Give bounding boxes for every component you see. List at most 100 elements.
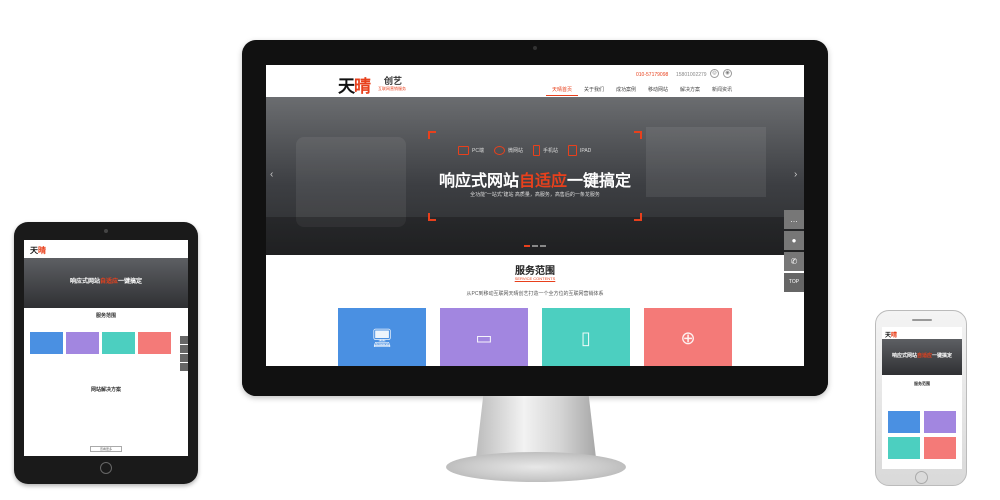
tablet-section-title: 服务范围 — [95, 313, 116, 319]
weibo-icon[interactable]: ◎ — [710, 69, 719, 78]
wechat-icon — [493, 146, 505, 155]
pc-click-icon: 🖥 — [370, 327, 394, 348]
phone-logo: 天晴 — [885, 330, 897, 339]
headline-part: 一键搞定 — [567, 173, 632, 190]
device-label: PC端 — [472, 148, 484, 154]
service-cards: 🖥 ▭ ▯ ⊕ — [338, 308, 732, 366]
desktop-screen: 天晴 创艺 互联网营销服务 010-57179098 15801002279 ◎… — [266, 65, 804, 366]
monitor-stand-base — [446, 452, 626, 482]
tablet-camera — [104, 229, 108, 233]
banner-prev-arrow[interactable]: ‹ — [270, 169, 276, 181]
logo-char-2: 晴 — [354, 77, 371, 96]
nav-item-home[interactable]: 天晴首页 — [546, 86, 578, 96]
phone-number-1: 010-57179098 — [636, 72, 669, 78]
device-pc: PC端 — [458, 145, 484, 156]
service-card-pc[interactable]: 🖥 — [338, 308, 426, 366]
services-description: 从PC到移动互联网天晴创艺打造一个全方位的互联网营销体系 — [466, 291, 604, 297]
logo-char-1: 天 — [30, 246, 38, 255]
phone-speaker — [912, 319, 932, 321]
headline-highlight: 自适应 — [99, 279, 118, 285]
phone-card[interactable] — [924, 437, 956, 459]
headline-highlight: 自适应 — [916, 353, 932, 359]
nav-item-news[interactable]: 新闻资讯 — [706, 86, 738, 96]
banner-subline: 全功能“一站式”建站 高质量，高服务，高售后的一条龙服务 — [470, 192, 600, 198]
apple-logo-icon — [529, 375, 541, 388]
headline-part: 一键搞定 — [932, 353, 953, 359]
tablet-card[interactable] — [102, 332, 135, 354]
banner-desk — [266, 217, 804, 255]
tablet-screen: 天晴 响应式网站自适应一键搞定 服务范围 网站解决方案 查看更多 — [24, 240, 188, 456]
back-to-top-icon[interactable] — [180, 363, 188, 371]
banner-pagination — [524, 245, 546, 247]
device-wechat: 微网站 — [493, 145, 523, 156]
phone-card[interactable] — [924, 411, 956, 433]
site-logo[interactable]: 天晴 — [338, 72, 371, 97]
device-list: PC端 微网站 手机站 IPAD — [458, 145, 591, 156]
home-button[interactable] — [100, 462, 112, 474]
desktop-monitor: 天晴 创艺 互联网营销服务 010-57179098 15801002279 ◎… — [242, 40, 828, 396]
headline-part: 响应式网站 — [69, 279, 100, 285]
device-label: 手机站 — [542, 148, 558, 154]
main-nav: 天晴首页 关于我们 成功案例 移动网站 解决方案 新闻资讯 — [546, 86, 738, 96]
tablet-logo: 天晴 — [30, 245, 46, 256]
device-label: IPAD — [579, 147, 592, 154]
monitor-icon — [458, 146, 469, 155]
logo-char-2: 晴 — [38, 246, 46, 255]
tablet-more-button[interactable]: 查看更多 — [90, 446, 122, 452]
wechat-icon[interactable]: ◉ — [723, 69, 732, 78]
nav-item-cases[interactable]: 成功案例 — [610, 86, 642, 96]
phone-icon[interactable] — [180, 354, 188, 362]
logo-char-1: 天 — [338, 77, 355, 96]
home-button[interactable] — [915, 471, 928, 484]
tablet-headline: 响应式网站自适应一键搞定 — [24, 276, 188, 285]
www-plus-icon: ⊕ — [680, 327, 696, 348]
headline-part: 一键搞定 — [118, 279, 143, 285]
banner-next-arrow[interactable]: › — [794, 169, 800, 181]
services-title: 服务范围 — [515, 266, 555, 277]
frame-corner — [428, 131, 436, 139]
tablet-card[interactable] — [138, 332, 171, 354]
pagination-dot[interactable] — [532, 245, 538, 247]
pagination-dot[interactable] — [524, 245, 530, 247]
chat-icon[interactable] — [180, 336, 188, 344]
tablet-card[interactable] — [30, 332, 63, 354]
mockup-stage: 天晴 创艺 互联网营销服务 010-57179098 15801002279 ◎… — [0, 0, 1000, 500]
banner-headline: 响应式网站自适应一键搞定 — [428, 167, 642, 191]
nav-item-mobile[interactable]: 移动网站 — [642, 86, 674, 96]
service-card-multidevice[interactable]: ▭ — [440, 308, 528, 366]
smartphone-icon — [532, 145, 540, 156]
floating-toolbar: … ● ✆ TOP — [784, 210, 804, 294]
tablet-device: 天晴 响应式网站自适应一键搞定 服务范围 网站解决方案 查看更多 — [14, 222, 198, 484]
chat-icon[interactable]: … — [784, 210, 804, 229]
frame-corner — [428, 213, 436, 221]
tablet-side-tools — [180, 336, 188, 372]
phone-card[interactable] — [888, 437, 920, 459]
phone-headline: 响应式网站自适应一键搞定 — [882, 352, 962, 359]
pagination-dot[interactable] — [540, 245, 546, 247]
service-card-web[interactable]: ⊕ — [644, 308, 732, 366]
multi-device-icon: ▭ — [475, 327, 493, 348]
tablet-card[interactable] — [66, 332, 99, 354]
nav-item-solutions[interactable]: 解决方案 — [674, 86, 706, 96]
monitor-camera — [533, 46, 537, 50]
tablet-section-title: 网站解决方案 — [90, 387, 121, 393]
service-card-mobile[interactable]: ▯ — [542, 308, 630, 366]
phone-card[interactable] — [888, 411, 920, 433]
nav-item-about[interactable]: 关于我们 — [578, 86, 610, 96]
phone-service-cards — [888, 411, 956, 459]
headline-part: 响应式网站 — [438, 173, 519, 190]
frame-corner — [634, 131, 642, 139]
banner-frame: PC端 微网站 手机站 IPAD 响应式网站自适应一键搞定 全功能“一站式”建站… — [428, 131, 642, 221]
phone-section-title: 服务范围 — [914, 381, 930, 386]
banner-bg-shape — [296, 137, 406, 227]
headline-part: 响应式网站 — [891, 353, 917, 359]
tablet-icon — [567, 145, 577, 156]
frame-corner — [634, 213, 642, 221]
phone-device: 天晴 响应式网站自适应一键搞定 服务范围 — [875, 310, 967, 486]
headline-highlight: 自适应 — [518, 173, 567, 190]
qq-icon[interactable] — [180, 345, 188, 353]
phone-screen: 天晴 响应式网站自适应一键搞定 服务范围 — [882, 327, 962, 469]
hero-banner: ‹ › PC端 微网站 手机站 IPAD 响应式网站自适应一键搞定 全功能“一站… — [266, 97, 804, 255]
qq-icon[interactable]: ● — [784, 231, 804, 250]
services-subtitle: SERVICE CONTENTS — [514, 276, 556, 281]
